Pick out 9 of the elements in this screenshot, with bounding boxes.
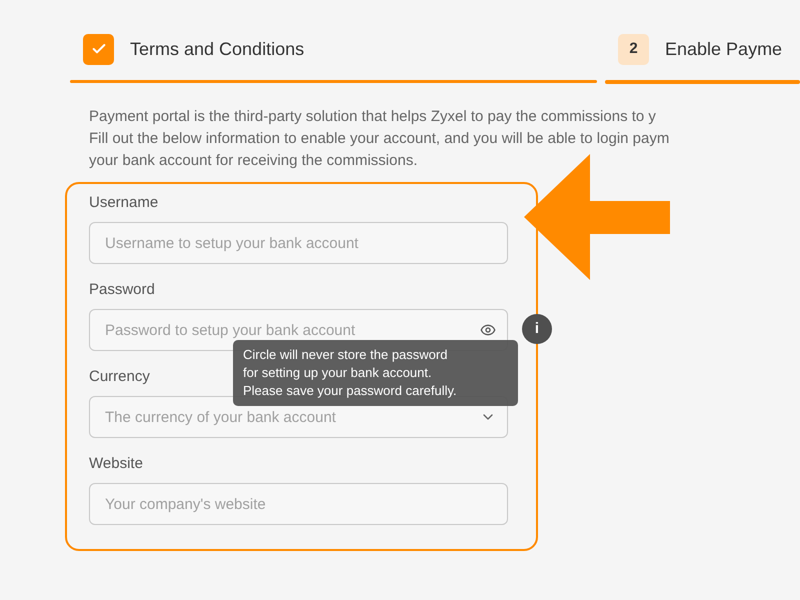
field-label: Website <box>89 455 143 473</box>
tooltip-text: for setting up your bank account. <box>243 364 433 382</box>
intro-text: your bank account for receiving the commissions. <box>89 151 418 171</box>
field-label: Password <box>89 281 155 299</box>
intro-text: Payment portal is the third-party solution that helps Zyxel to pay the commissions to y <box>89 107 657 127</box>
intro-text: Fill out the below information to enable your account, and you will be able to login paym <box>89 129 670 149</box>
field-label: Currency <box>89 368 150 386</box>
field-label: Username <box>89 194 158 212</box>
step-number: 2 <box>618 34 649 64</box>
